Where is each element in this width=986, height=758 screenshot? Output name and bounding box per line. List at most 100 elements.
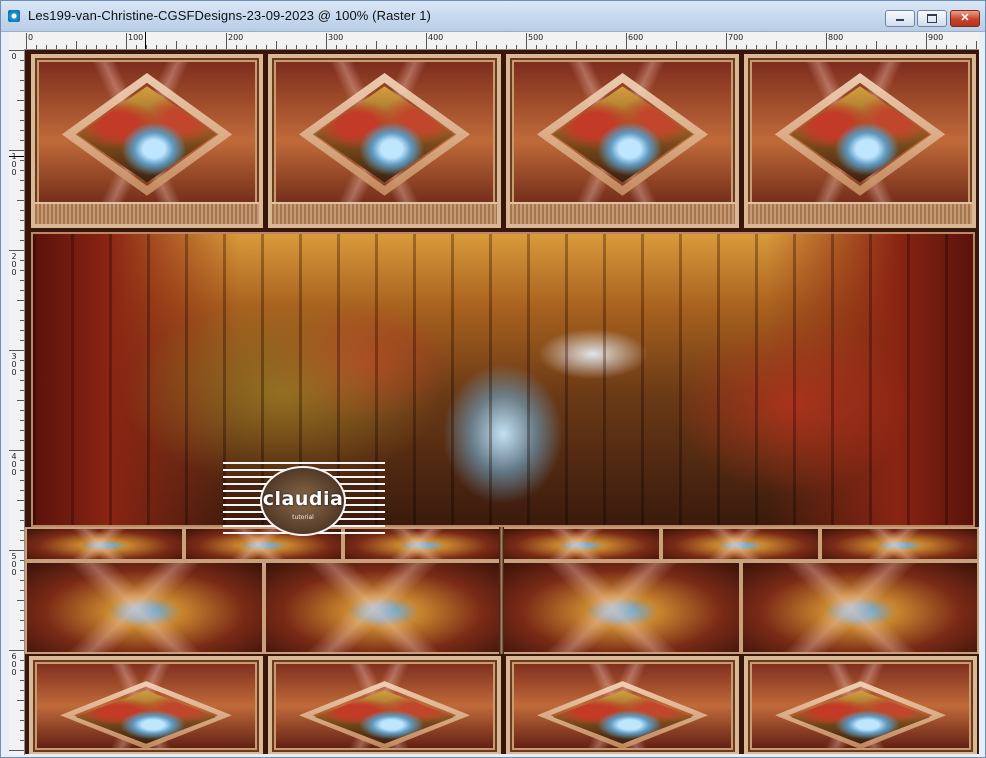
ruler-tick	[20, 260, 24, 261]
close-button[interactable]: ✕	[950, 10, 980, 27]
ruler-tick	[20, 280, 24, 281]
watermark-text: claudia	[262, 488, 344, 510]
ruler-label: 900	[928, 33, 944, 42]
ruler-tick	[206, 45, 207, 49]
ruler-tick	[20, 420, 24, 421]
ruler-tick	[686, 45, 687, 49]
ruler-tick	[20, 590, 24, 591]
ruler-tick	[776, 41, 777, 49]
minimize-icon	[896, 19, 904, 21]
ruler-tick	[436, 45, 437, 49]
ruler-tick	[46, 45, 47, 49]
ruler-tick	[876, 41, 877, 49]
ruler-tick	[346, 45, 347, 49]
ruler-tick	[646, 45, 647, 49]
ruler-tick	[20, 520, 24, 521]
title-bar[interactable]: Les199-van-Christine-CGSFDesigns-23-09-2…	[1, 1, 985, 32]
ruler-label: 100	[128, 33, 144, 42]
bottom-panel-2	[268, 656, 501, 754]
ruler-tick	[20, 490, 24, 491]
ruler-tick	[17, 700, 24, 701]
panel-waterfall-image	[314, 690, 455, 744]
ruler-label: 500	[528, 33, 544, 42]
app-icon[interactable]	[8, 10, 20, 22]
ruler-tick	[516, 45, 517, 49]
ruler-tick	[576, 41, 577, 49]
ruler-tick	[20, 330, 24, 331]
ruler-tick	[896, 45, 897, 49]
ruler-tick	[20, 270, 24, 271]
ruler-tick	[20, 320, 24, 321]
ruler-tick	[86, 45, 87, 49]
ruler-label: 500	[11, 552, 17, 577]
ruler-tick	[546, 45, 547, 49]
ruler-tick	[376, 41, 377, 49]
ruler-tick	[20, 220, 24, 221]
ruler-tick	[20, 160, 24, 161]
ruler-tick	[396, 45, 397, 49]
ruler-label: 800	[828, 33, 844, 42]
ruler-tick	[266, 45, 267, 49]
perspective-floor	[25, 527, 979, 654]
ruler-tick	[846, 45, 847, 49]
panel-waterfall-image	[790, 86, 930, 183]
ruler-tick	[856, 45, 857, 49]
ruler-tick	[586, 45, 587, 49]
ruler-tick	[20, 340, 24, 341]
ruler-tick	[36, 45, 37, 49]
ruler-tick	[486, 45, 487, 49]
ruler-tick	[20, 60, 24, 61]
watermark-subtext: tutorial	[292, 514, 314, 521]
ruler-tick	[20, 140, 24, 141]
ruler-cursor-marker	[9, 156, 24, 157]
top-panel-2	[268, 54, 501, 228]
ruler-tick	[596, 45, 597, 49]
ruler-tick	[126, 33, 127, 49]
ruler-tick	[946, 45, 947, 49]
ruler-tick	[816, 45, 817, 49]
vertical-ruler[interactable]: 0100200300400500600	[9, 49, 25, 755]
ruler-tick	[236, 45, 237, 49]
ruler-tick	[136, 45, 137, 49]
ruler-tick	[446, 45, 447, 49]
ruler-tick	[566, 45, 567, 49]
ruler-tick	[17, 200, 24, 201]
ruler-tick	[196, 45, 197, 49]
ruler-tick	[526, 33, 527, 49]
ruler-tick	[9, 150, 24, 151]
floor-tile	[25, 527, 184, 561]
ruler-tick	[20, 720, 24, 721]
ruler-tick	[976, 41, 977, 49]
ruler-tick	[176, 41, 177, 49]
ruler-tick	[20, 580, 24, 581]
ruler-tick	[356, 45, 357, 49]
ruler-tick	[916, 45, 917, 49]
window-title: Les199-van-Christine-CGSFDesigns-23-09-2…	[28, 8, 431, 23]
maximize-button[interactable]	[917, 10, 947, 27]
ruler-tick	[286, 45, 287, 49]
ruler-tick	[116, 45, 117, 49]
ruler-tick	[20, 80, 24, 81]
ruler-tick	[20, 290, 24, 291]
minimize-button[interactable]	[885, 10, 915, 27]
ruler-tick	[20, 560, 24, 561]
ruler-tick	[20, 120, 24, 121]
ruler-tick	[9, 250, 24, 251]
ruler-tick	[316, 45, 317, 49]
floor-tile	[740, 561, 979, 654]
ruler-tick	[20, 430, 24, 431]
ruler-tick	[766, 45, 767, 49]
ruler-tick	[20, 570, 24, 571]
ruler-label: 600	[11, 652, 17, 677]
ruler-tick	[956, 45, 957, 49]
horizontal-ruler[interactable]: 0 100 200 300 400 500 600 700 800 900	[9, 32, 979, 50]
ruler-tick	[926, 33, 927, 49]
image-canvas[interactable]: claudia tutorial	[25, 50, 979, 754]
floor-tile	[25, 561, 264, 654]
ruler-tick	[20, 740, 24, 741]
ruler-tick	[406, 45, 407, 49]
ruler-tick	[416, 45, 417, 49]
ruler-tick	[20, 310, 24, 311]
ruler-tick	[9, 50, 24, 51]
ruler-tick	[886, 45, 887, 49]
